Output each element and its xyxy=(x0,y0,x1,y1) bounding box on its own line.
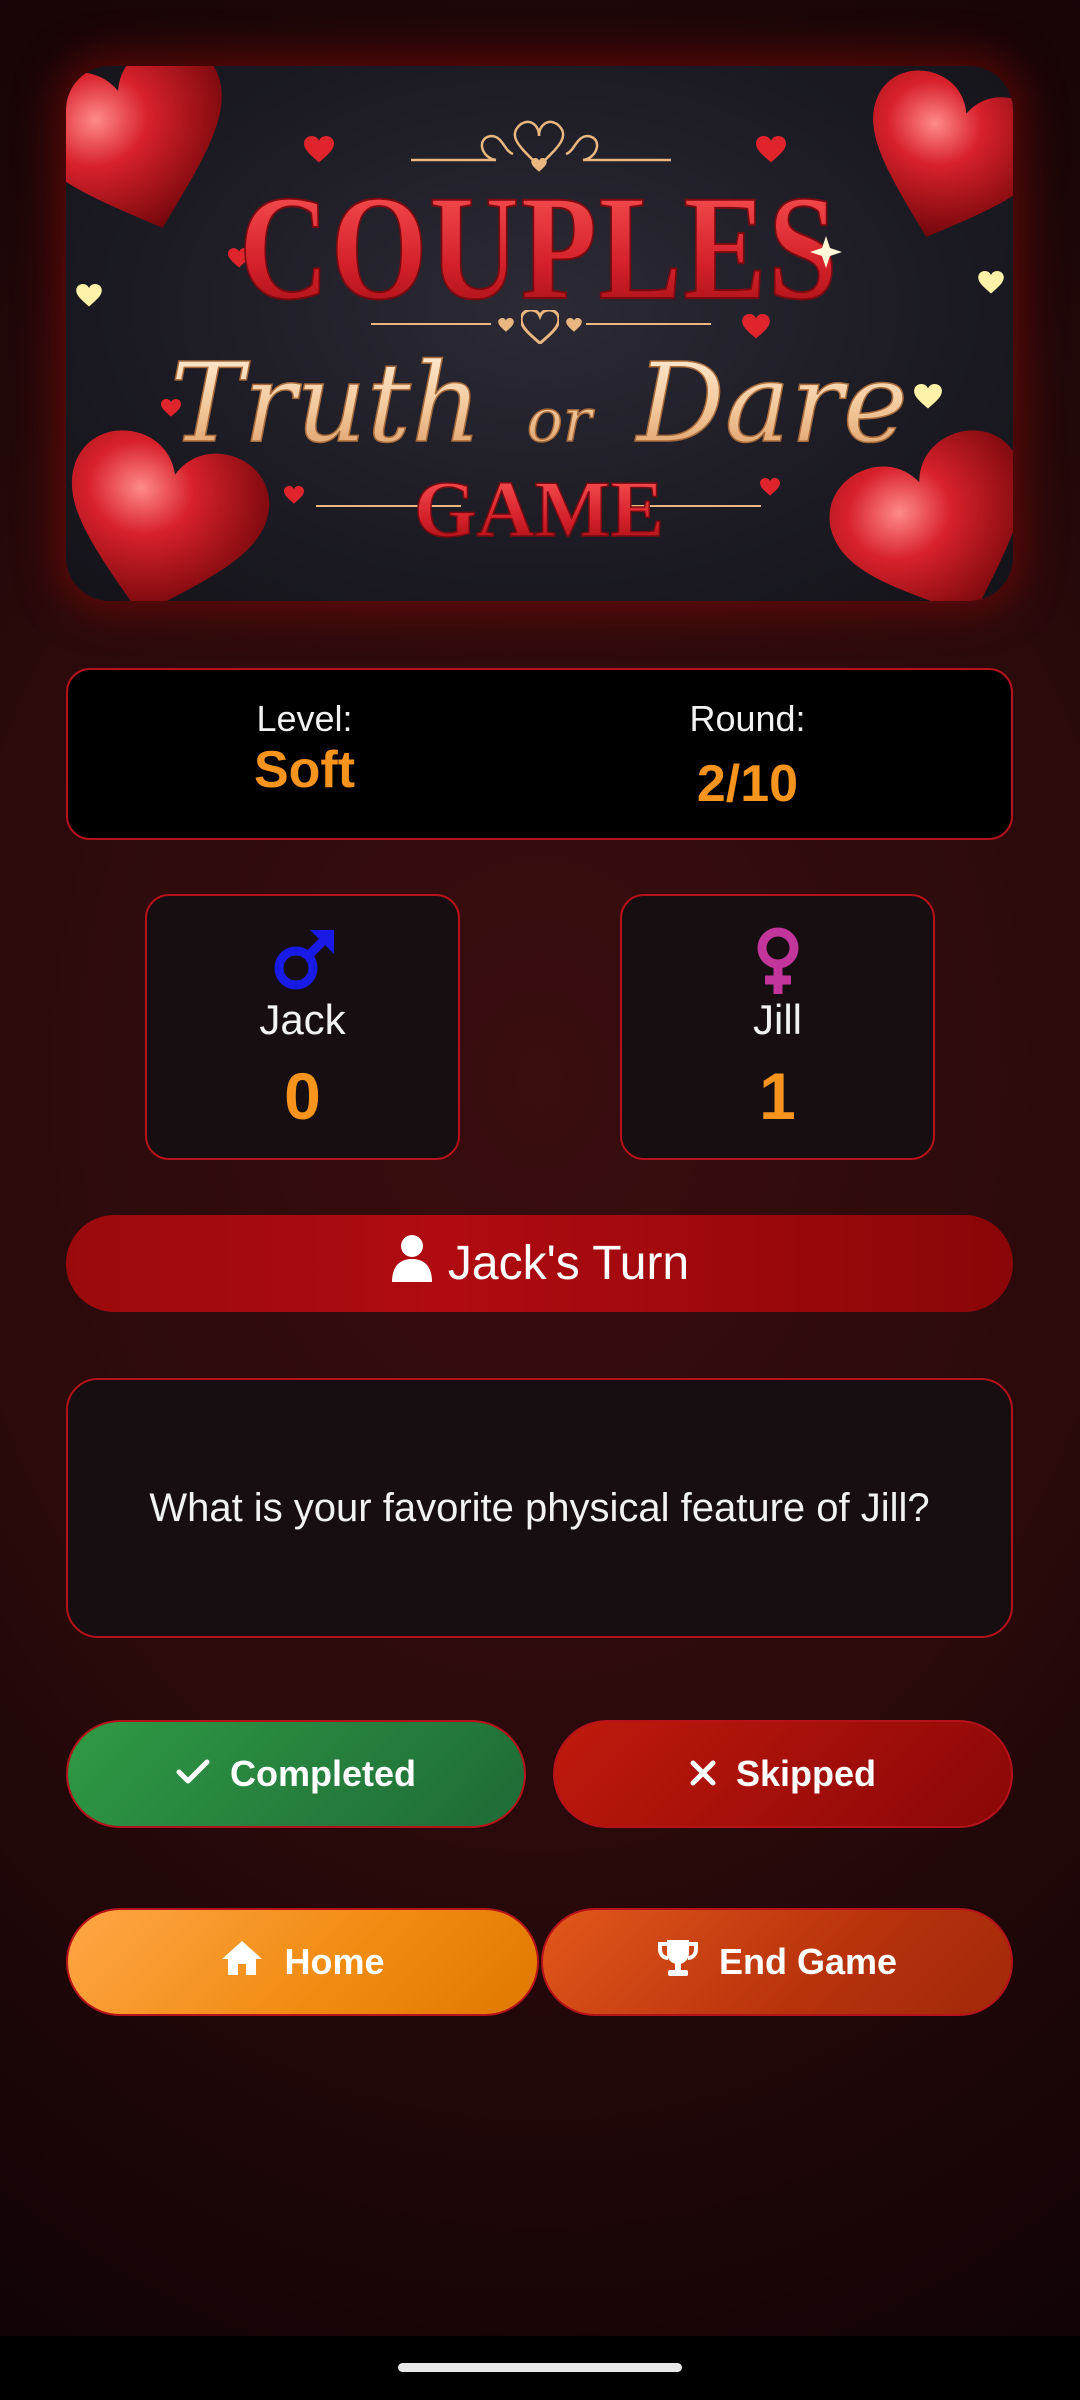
level-section: Level: Soft xyxy=(68,670,541,838)
question-text: What is your favorite physical feature o… xyxy=(149,1485,930,1530)
checkmark-icon xyxy=(176,1753,210,1795)
close-icon xyxy=(690,1753,716,1795)
game-info-panel: Level: Soft Round: 2/10 xyxy=(66,668,1013,840)
banner-title-line3: GAME xyxy=(414,466,664,554)
level-value: Soft xyxy=(253,741,356,799)
turn-label: Jack's Turn xyxy=(447,1237,690,1290)
player-score: 0 xyxy=(284,1059,321,1133)
skipped-label: Skipped xyxy=(735,1753,877,1794)
banner-artwork: COUPLES Truth or Dare GAME xyxy=(66,66,1013,601)
player-name: Jill xyxy=(753,996,802,1043)
home-button[interactable]: Home xyxy=(66,1908,539,2016)
trophy-icon xyxy=(657,1938,699,1987)
user-icon xyxy=(390,1234,434,1294)
female-symbol-icon xyxy=(622,926,933,996)
home-label: Home xyxy=(284,1941,385,1982)
skipped-button[interactable]: Skipped xyxy=(553,1720,1013,1828)
end-game-button[interactable]: End Game xyxy=(541,1908,1013,2016)
current-turn-banner: Jack's Turn xyxy=(66,1215,1013,1312)
question-card: What is your favorite physical feature o… xyxy=(66,1378,1013,1638)
banner-title-dare: Dare xyxy=(635,339,908,467)
round-value: 2/10 xyxy=(696,755,799,813)
completed-label: Completed xyxy=(229,1753,416,1794)
banner-title-line1: COUPLES xyxy=(239,165,839,331)
end-game-label: End Game xyxy=(718,1941,898,1982)
level-label: Level: xyxy=(256,698,353,739)
player-name: Jack xyxy=(259,996,346,1043)
player-card-jill: Jill 1 xyxy=(620,894,935,1160)
game-banner: COUPLES Truth or Dare GAME xyxy=(66,66,1013,601)
svg-text:Truth or Dare: Truth or Dare xyxy=(170,339,908,467)
banner-title-or: or xyxy=(527,386,595,456)
home-icon xyxy=(220,1939,264,1986)
round-label: Round: xyxy=(689,698,806,739)
male-symbol-icon xyxy=(147,926,458,996)
player-card-jack: Jack 0 xyxy=(145,894,460,1160)
player-score: 1 xyxy=(759,1059,796,1133)
banner-title-truth: Truth xyxy=(170,339,482,467)
completed-button[interactable]: Completed xyxy=(66,1720,526,1828)
round-section: Round: 2/10 xyxy=(511,670,984,838)
home-gesture-handle[interactable] xyxy=(398,2363,682,2372)
